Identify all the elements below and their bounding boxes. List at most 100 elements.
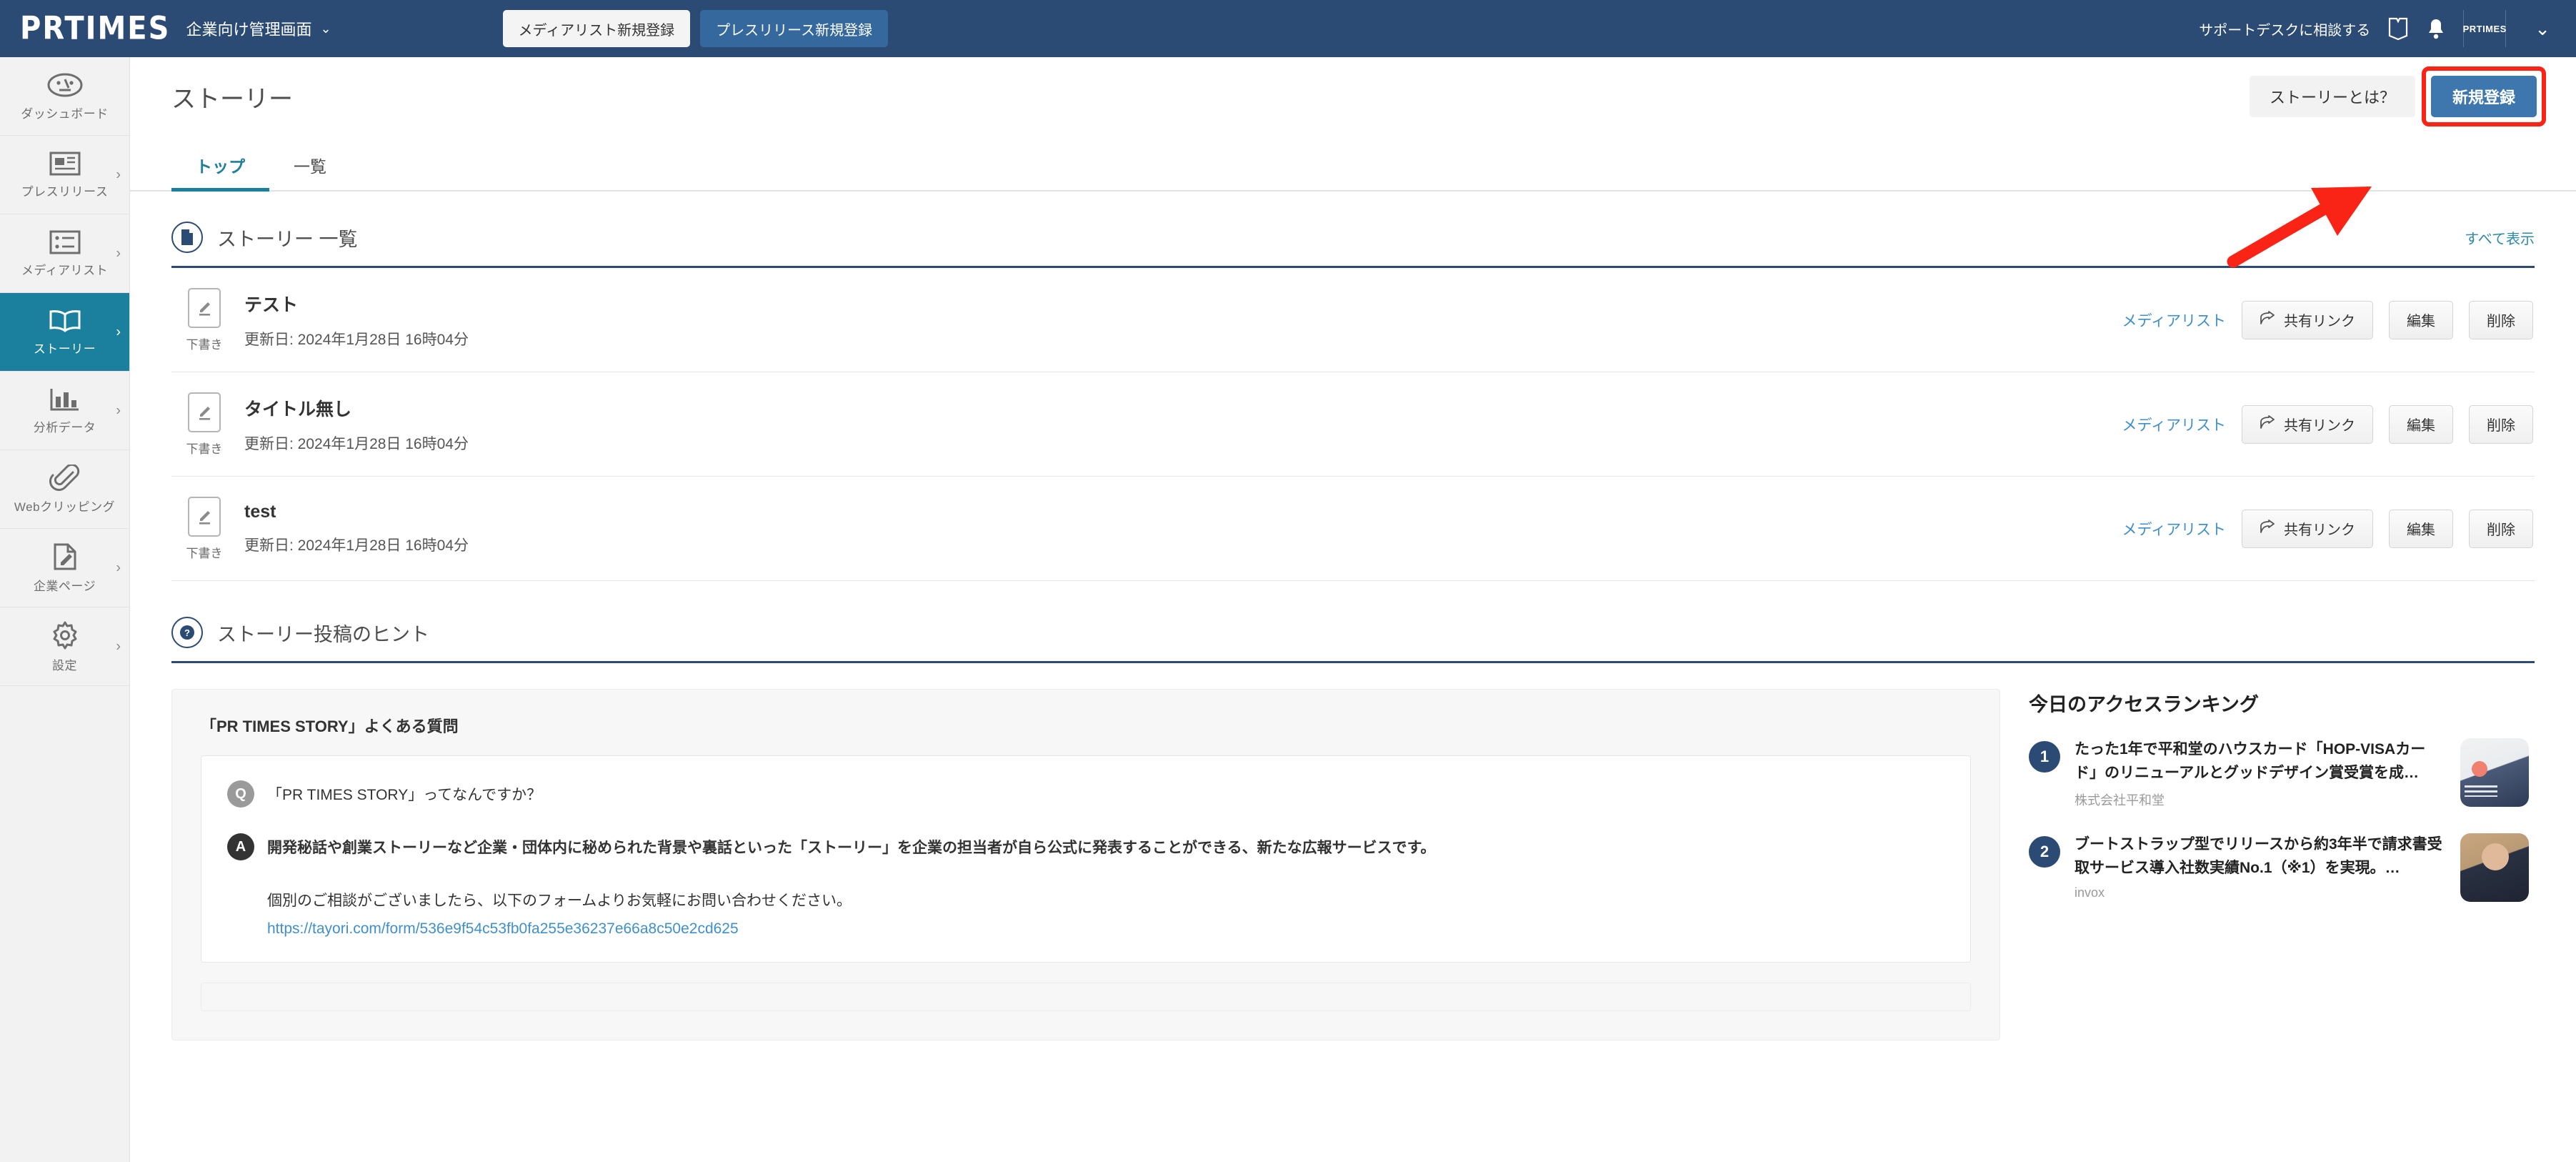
question-badge: Q	[227, 780, 254, 808]
what-is-story-button[interactable]: ストーリーとは？	[2249, 76, 2415, 117]
faq-form-link[interactable]: https://tayori.com/form/536e9f54c53fb0fa…	[267, 920, 739, 937]
sidebar-item-companypage[interactable]: 企業ページ ›	[0, 529, 129, 607]
row-actions: メディアリスト 共有リンク 編集 削除	[2122, 404, 2533, 444]
answer-badge: A	[227, 833, 254, 860]
edit-button[interactable]: 編集	[2389, 509, 2453, 548]
avatar[interactable]: PRTIMES	[2463, 10, 2506, 47]
table-row[interactable]: 下書き test 更新日: 2024年1月28日 16時04分 メディアリスト …	[171, 477, 2535, 581]
dashboard-icon	[46, 71, 84, 99]
row-body: タイトル無し 更新日: 2024年1月28日 16時04分	[244, 395, 469, 454]
share-link-button[interactable]: 共有リンク	[2242, 300, 2373, 339]
story-title[interactable]: テスト	[244, 291, 469, 317]
delete-button[interactable]: 削除	[2469, 300, 2533, 339]
rank-body: たった1年で平和堂のハウスカード「HOP-VISAカード」のリニューアルとグッド…	[2075, 738, 2446, 809]
show-all-link[interactable]: すべて表示	[2465, 227, 2535, 248]
medialist-link[interactable]: メディアリスト	[2122, 309, 2226, 331]
gear-icon	[50, 620, 80, 650]
delete-button[interactable]: 削除	[2469, 404, 2533, 444]
status-label: 下書き	[186, 546, 223, 560]
rank-body: ブートストラップ型でリリースから約3年半で請求書受取サービス導入社数実績No.1…	[2075, 833, 2446, 900]
faq-card-secondary	[201, 983, 1971, 1011]
hint-header: ? ストーリー投稿のヒント	[171, 617, 2535, 663]
tab-bar: トップ 一覧	[130, 136, 2576, 192]
sidebar-item-label: ストーリー	[33, 342, 96, 356]
row-left: 下書き タイトル無し 更新日: 2024年1月28日 16時04分	[171, 392, 469, 457]
story-updated-date: 更新日: 2024年1月28日 16時04分	[244, 435, 469, 452]
sidebar-item-pressrelease[interactable]: プレスリリース ›	[0, 136, 129, 214]
sidebar-item-label: 設定	[52, 658, 77, 672]
rank-headline[interactable]: ブートストラップ型でリリースから約3年半で請求書受取サービス導入社数実績No.1…	[2075, 833, 2446, 880]
logo-area[interactable]: PRTIMES 企業向け管理画面 ⌄	[20, 10, 331, 47]
list-icon	[49, 229, 81, 255]
new-registration-button[interactable]: 新規登録	[2430, 76, 2537, 117]
hint-section: ? ストーリー投稿のヒント	[130, 617, 2576, 663]
rank-headline[interactable]: たった1年で平和堂のハウスカード「HOP-VISAカード」のリニューアルとグッド…	[2075, 738, 2446, 785]
tab-top[interactable]: トップ	[171, 153, 269, 192]
row-actions: メディアリスト 共有リンク 編集 削除	[2122, 509, 2533, 548]
delete-button[interactable]: 削除	[2469, 509, 2533, 548]
faq-question-row: Q 「PR TIMES STORY」ってなんですか？	[227, 780, 1945, 808]
faq-inner: Q 「PR TIMES STORY」ってなんですか？ A 開発秘話や創業ストーリ…	[201, 755, 1971, 963]
book-icon[interactable]	[2387, 17, 2409, 40]
sidebar-item-label: Webクリッピング	[14, 500, 116, 514]
share-link-label: 共有リンク	[2284, 314, 2355, 329]
create-medialist-button[interactable]: メディアリスト新規登録	[502, 10, 691, 47]
story-list-section: ストーリー 一覧 すべて表示 下書き テスト 更新日: 2024年1月28日 1…	[130, 222, 2576, 581]
support-desk-link[interactable]: サポートデスクに相談する	[2199, 19, 2370, 39]
share-icon	[2260, 519, 2275, 538]
page-header: ストーリー ストーリーとは？ 新規登録	[130, 57, 2576, 136]
share-icon	[2260, 310, 2275, 329]
medialist-link[interactable]: メディアリスト	[2122, 518, 2226, 540]
chevron-down-icon[interactable]: ⌄	[320, 21, 331, 36]
book-open-icon	[47, 308, 83, 334]
lower-area: 「PR TIMES STORY」よくある質問 Q 「PR TIMES STORY…	[130, 689, 2576, 1041]
status-badge: 下書き	[171, 287, 237, 352]
prtimes-logo: PRTIMES	[20, 10, 171, 47]
header-right: サポートデスクに相談する PRTIMES ⌄	[2199, 0, 2576, 57]
tab-list[interactable]: 一覧	[269, 153, 351, 190]
create-pressrelease-button[interactable]: プレスリリース新規登録	[700, 10, 889, 47]
table-row[interactable]: 下書き タイトル無し 更新日: 2024年1月28日 16時04分 メディアリス…	[171, 372, 2535, 477]
row-left: 下書き テスト 更新日: 2024年1月28日 16時04分	[171, 287, 469, 352]
section-title: ストーリー 一覧	[217, 228, 358, 250]
story-list-header: ストーリー 一覧 すべて表示	[171, 222, 2535, 268]
story-title[interactable]: test	[244, 502, 469, 522]
page-title: ストーリー	[171, 85, 293, 113]
question-circle-icon: ?	[171, 617, 203, 648]
bell-icon[interactable]	[2426, 17, 2446, 40]
sidebar: ダッシュボード プレスリリース › メディアリスト › ストーリー › 分析デー…	[0, 57, 130, 1162]
rank-thumbnail	[2460, 833, 2529, 903]
share-link-button[interactable]: 共有リンク	[2242, 509, 2373, 548]
list-item[interactable]: 2 ブートストラップ型でリリースから約3年半で請求書受取サービス導入社数実績No…	[2029, 833, 2529, 903]
edit-button[interactable]: 編集	[2389, 404, 2453, 444]
ranking-panel: 今日のアクセスランキング 1 たった1年で平和堂のハウスカード「HOP-VISA…	[2029, 689, 2529, 1041]
pencil-draft-icon	[188, 287, 221, 328]
sidebar-item-webclipping[interactable]: Webクリッピング	[0, 450, 129, 529]
status-badge: 下書き	[171, 496, 237, 561]
svg-text:?: ?	[184, 627, 190, 638]
faq-form-note-text: 個別のご相談がございましたら、以下のフォームよりお気軽にお問い合わせください。	[267, 893, 852, 909]
faq-answer-row: A 開発秘話や創業ストーリーなど企業・団体内に秘められた背景や裏話といった「スト…	[227, 833, 1945, 860]
share-link-button[interactable]: 共有リンク	[2242, 404, 2373, 444]
story-title[interactable]: タイトル無し	[244, 395, 469, 421]
main-content: ストーリー ストーリーとは？ 新規登録 トップ 一覧 ストーリー 一覧 すべて表…	[130, 57, 2576, 1162]
faq-answer-text: 開発秘話や創業ストーリーなど企業・団体内に秘められた背景や裏話といった「ストーリ…	[267, 840, 1436, 856]
sidebar-item-settings[interactable]: 設定 ›	[0, 607, 129, 686]
rank-number: 2	[2029, 836, 2060, 868]
table-row[interactable]: 下書き テスト 更新日: 2024年1月28日 16時04分 メディアリスト 共…	[171, 268, 2535, 372]
sidebar-item-analytics[interactable]: 分析データ ›	[0, 372, 129, 450]
story-updated-date: 更新日: 2024年1月28日 16時04分	[244, 331, 469, 348]
rank-company: 株式会社平和堂	[2075, 793, 2165, 808]
new-registration-wrapper: 新規登録	[2421, 66, 2546, 126]
pencil-draft-icon	[188, 496, 221, 537]
edit-button[interactable]: 編集	[2389, 300, 2453, 339]
sidebar-item-medialist[interactable]: メディアリスト ›	[0, 214, 129, 293]
sidebar-item-story[interactable]: ストーリー ›	[0, 293, 129, 372]
list-item[interactable]: 1 たった1年で平和堂のハウスカード「HOP-VISAカード」のリニューアルとグ…	[2029, 738, 2529, 809]
section-title: ストーリー投稿のヒント	[217, 623, 429, 645]
rank-number: 1	[2029, 741, 2060, 773]
sidebar-item-dashboard[interactable]: ダッシュボード	[0, 57, 129, 136]
account-chevron-down-icon[interactable]: ⌄	[2535, 18, 2550, 40]
sidebar-item-label: 分析データ	[33, 420, 96, 434]
medialist-link[interactable]: メディアリスト	[2122, 414, 2226, 435]
